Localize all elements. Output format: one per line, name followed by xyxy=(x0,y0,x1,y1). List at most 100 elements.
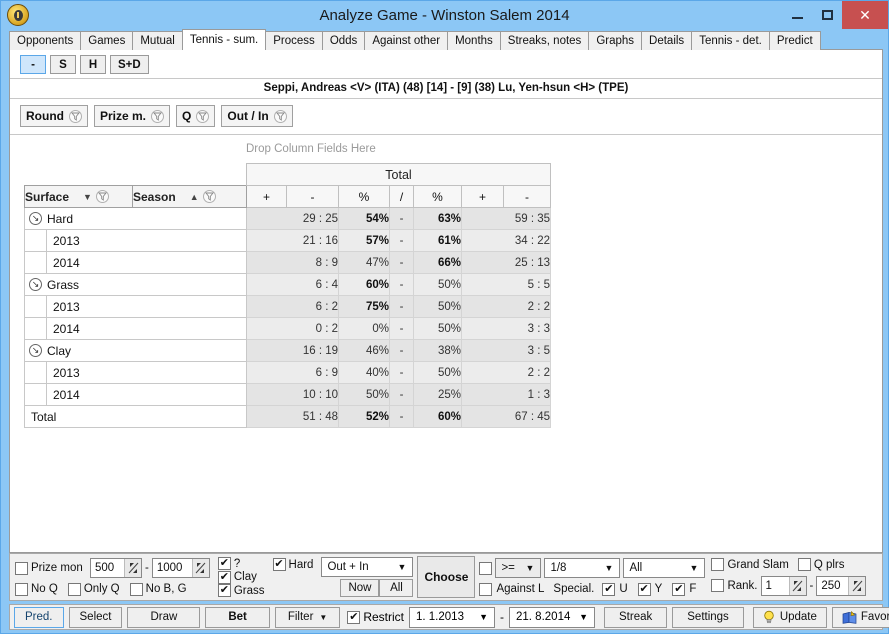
chevron-down-icon[interactable]: ▼ xyxy=(575,612,592,622)
minimize-icon[interactable] xyxy=(782,1,812,29)
q-plrs-checkbox[interactable] xyxy=(797,558,811,572)
surface-unknown-row[interactable]: ? xyxy=(217,557,265,570)
column-header-losses[interactable]: - xyxy=(286,185,339,208)
sort-descending-icon[interactable]: ▼ xyxy=(83,192,92,202)
row-label-grass-2014[interactable]: 2014 xyxy=(24,317,247,340)
table-row[interactable]: 2014 0 : 2 0% - 50% 3 : 3 xyxy=(24,317,551,340)
table-row[interactable]: ↘ Hard 29 : 25 54% - 63% 59 : 35 xyxy=(24,207,551,230)
tab-graphs[interactable]: Graphs xyxy=(588,31,643,50)
select-button[interactable]: Select xyxy=(68,606,123,628)
table-row-total[interactable]: Total 51 : 48 52% - 60% 67 : 45 xyxy=(24,405,551,428)
filter-field-prize-money[interactable]: Prize m. xyxy=(94,105,171,127)
tab-details[interactable]: Details xyxy=(641,31,693,50)
tab-games[interactable]: Games xyxy=(80,31,134,50)
column-header-wins[interactable]: + xyxy=(246,185,287,208)
mode-button-h[interactable]: H xyxy=(80,55,106,74)
streak-button[interactable]: Streak xyxy=(604,606,668,628)
rank-checkbox[interactable] xyxy=(711,579,725,593)
row-label-grass[interactable]: ↘ Grass xyxy=(24,273,247,296)
filter-field-out-in[interactable]: Out / In xyxy=(221,105,293,127)
mode-button-none[interactable]: - xyxy=(20,55,46,74)
comparison-checkbox[interactable] xyxy=(479,561,493,575)
row-label-hard-2014[interactable]: 2014 xyxy=(24,251,247,274)
row-field-surface[interactable]: Surface ▼ xyxy=(24,185,133,208)
row-field-season[interactable]: Season ▲ xyxy=(132,185,247,208)
surface-hard-checkbox[interactable] xyxy=(272,558,286,571)
prize-max-spinner[interactable]: 1000 xyxy=(151,558,210,579)
table-row[interactable]: ↘ Clay 16 : 19 46% - 38% 3 : 5 xyxy=(24,339,551,362)
surface-grass-checkbox[interactable] xyxy=(217,584,231,597)
round-select[interactable]: 1/8 ▼ xyxy=(544,558,621,579)
bet-button[interactable]: Bet xyxy=(205,606,270,628)
column-header-pct1[interactable]: % xyxy=(338,185,390,208)
row-label-clay[interactable]: ↘ Clay xyxy=(24,339,247,362)
rank-max-spinner[interactable]: 250 xyxy=(816,575,867,596)
row-label-clay-2014[interactable]: 2014 xyxy=(24,383,247,406)
row-label-clay-2013[interactable]: 2013 xyxy=(24,361,247,384)
tournament-select[interactable]: All ▼ xyxy=(623,558,706,579)
grand-slam-checkbox[interactable] xyxy=(711,558,725,572)
date-from-field[interactable]: 1. 1.2013 ▼ xyxy=(409,606,495,628)
table-row[interactable]: 2013 21 : 16 57% - 61% 34 : 22 xyxy=(24,229,551,252)
tab-against-other[interactable]: Against other xyxy=(364,31,449,50)
mode-button-sd[interactable]: S+D xyxy=(110,55,149,74)
tab-odds[interactable]: Odds xyxy=(321,31,366,50)
chevron-down-icon[interactable]: ▼ xyxy=(686,563,703,573)
date-to-field[interactable]: 21. 8.2014 ▼ xyxy=(509,606,595,628)
tab-process[interactable]: Process xyxy=(265,31,323,50)
filter-icon[interactable] xyxy=(151,109,165,123)
chevron-down-icon[interactable]: ▼ xyxy=(601,563,618,573)
only-q-checkbox[interactable] xyxy=(67,582,81,596)
no-q-checkbox[interactable] xyxy=(15,582,28,596)
column-header-pct2[interactable]: % xyxy=(413,185,462,208)
row-label-hard[interactable]: ↘ Hard xyxy=(24,207,247,230)
no-bg-group[interactable]: No B, G xyxy=(129,582,187,596)
row-label-hard-2013[interactable]: 2013 xyxy=(24,229,247,252)
prize-money-checkbox[interactable] xyxy=(15,561,28,575)
column-header-sets-wins[interactable]: + xyxy=(461,185,504,208)
column-header-slash[interactable]: / xyxy=(389,185,414,208)
filter-icon[interactable] xyxy=(69,109,82,123)
collapse-icon[interactable]: ↘ xyxy=(29,344,42,357)
tab-tennis-sum[interactable]: Tennis - sum. xyxy=(181,29,267,50)
spinner-updown-icon[interactable] xyxy=(848,576,866,595)
pred-button[interactable]: Pred. xyxy=(14,606,64,628)
restrict-group[interactable]: Restrict xyxy=(347,610,404,624)
surface-grass-row[interactable]: Grass xyxy=(217,584,265,597)
mode-button-s[interactable]: S xyxy=(50,55,76,74)
table-row[interactable]: 2013 6 : 9 40% - 50% 2 : 2 xyxy=(24,361,551,384)
table-row[interactable]: 2013 6 : 2 75% - 50% 2 : 2 xyxy=(24,295,551,318)
surface-unknown-checkbox[interactable] xyxy=(217,557,231,570)
drop-column-fields-hint[interactable]: Drop Column Fields Here xyxy=(246,143,376,155)
close-icon[interactable]: ✕ xyxy=(842,1,888,29)
collapse-icon[interactable]: ↘ xyxy=(29,278,42,291)
no-q-group[interactable]: No Q xyxy=(15,582,58,596)
spinner-updown-icon[interactable] xyxy=(788,576,806,595)
tab-streaks-notes[interactable]: Streaks, notes xyxy=(499,31,590,50)
tab-opponents[interactable]: Opponents xyxy=(9,31,82,50)
only-q-group[interactable]: Only Q xyxy=(67,582,120,596)
sort-ascending-icon[interactable]: ▲ xyxy=(190,192,199,202)
filter-icon[interactable] xyxy=(95,190,109,203)
comparison-operator-select[interactable]: >= ▼ xyxy=(495,558,542,579)
tab-tennis-det[interactable]: Tennis - det. xyxy=(691,31,770,50)
spinner-updown-icon[interactable] xyxy=(191,559,209,578)
special-y-checkbox[interactable] xyxy=(637,582,651,596)
filter-icon[interactable] xyxy=(273,109,287,123)
settings-button[interactable]: Settings xyxy=(672,606,744,628)
rank-min-spinner[interactable]: 1 xyxy=(760,575,807,596)
table-row[interactable]: ↘ Grass 6 : 4 60% - 50% 5 : 5 xyxy=(24,273,551,296)
restrict-checkbox[interactable] xyxy=(347,610,361,624)
surface-clay-row[interactable]: Clay xyxy=(217,570,265,584)
against-l-checkbox[interactable] xyxy=(479,582,493,596)
row-label-grass-2013[interactable]: 2013 xyxy=(24,295,247,318)
now-button[interactable]: Now xyxy=(340,579,380,597)
chevron-down-icon[interactable]: ▼ xyxy=(475,612,492,622)
spinner-updown-icon[interactable] xyxy=(124,559,141,578)
filter-field-q[interactable]: Q xyxy=(176,105,216,127)
surface-clay-checkbox[interactable] xyxy=(217,570,231,584)
prize-min-spinner[interactable]: 500 xyxy=(90,558,142,579)
column-header-sets-losses[interactable]: - xyxy=(503,185,551,208)
maximize-icon[interactable] xyxy=(812,1,842,29)
favorite-button[interactable]: Favorite xyxy=(831,606,889,628)
